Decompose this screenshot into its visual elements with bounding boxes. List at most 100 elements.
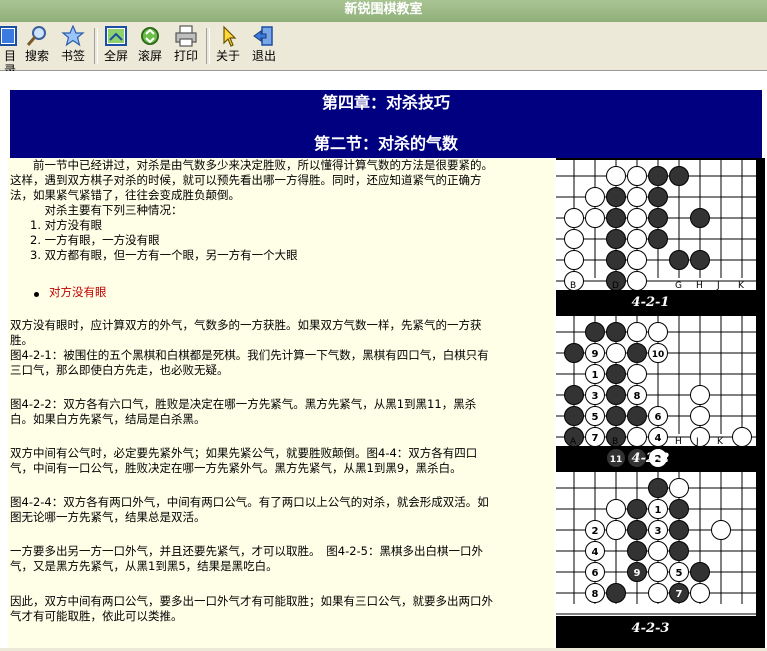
black-stone [690, 208, 710, 228]
paragraph-line: 双方中间有公气时，必定要先紧外气；如果先紧公气，就要胜败颠倒。图4-4：双方各有… [10, 446, 478, 460]
bookmark-star-icon [61, 25, 85, 47]
white-stone [648, 562, 668, 582]
black-stone [585, 322, 605, 342]
stone-move-number: 5 [592, 412, 599, 423]
black-stone [606, 385, 626, 405]
stone-move-number: 4 [592, 547, 599, 558]
exit-door-icon [253, 26, 273, 46]
white-stone [669, 478, 689, 498]
black-stone [627, 499, 647, 519]
column-label: J [716, 281, 720, 291]
stone-move-number: 3 [592, 391, 599, 402]
white-stone [690, 583, 710, 603]
black-stone [669, 499, 689, 519]
case-item-2: 2. 一方有眼，一方没有眼 [30, 233, 160, 247]
white-stone [711, 520, 731, 540]
black-stone [606, 583, 626, 603]
black-stone [606, 364, 626, 384]
column-label: G [675, 281, 682, 291]
black-stone [648, 187, 668, 207]
section-title: 第二节：对杀的气数 [313, 134, 458, 153]
white-stone [564, 229, 584, 249]
go-diagram-4-2-3: 1 2 3 4 6 9 5 8 7 4-2-3 [556, 472, 756, 636]
white-stone [627, 271, 647, 291]
chapter-title: 第四章：对杀技巧 [321, 93, 450, 112]
paragraph-line: 前一节中已经讲过，对杀是由气数多少来决定胜败，所以懂得计算气数的方法是很要紧的。 [10, 158, 493, 172]
app-title: 新锐围棋教室 [344, 2, 423, 17]
white-stone [606, 499, 626, 519]
stone-move-number: 9 [634, 568, 641, 579]
white-stone [627, 208, 647, 228]
black-stone [690, 250, 710, 270]
lesson-text-panel: 前一节中已经讲过，对杀是由气数多少来决定胜败，所以懂得计算气数的方法是很要紧的。… [8, 158, 554, 651]
white-stone [627, 187, 647, 207]
lesson-content: 第四章：对杀技巧 第二节：对杀的气数 前一节中已经讲过，对杀是由气数多少来决定胜… [0, 71, 767, 651]
stone-move-number: 10 [652, 350, 665, 360]
printer-icon [175, 25, 197, 47]
white-stone [627, 364, 647, 384]
stone-move-number: 8 [592, 589, 599, 600]
stone-move-number: 2 [592, 526, 599, 537]
toolbar: 目录 搜索 书签 全屏 滚屏 打印 关于 退出 [0, 22, 767, 77]
fullscreen-button[interactable]: 全屏 [100, 25, 132, 67]
black-stone [669, 250, 689, 270]
black-stone [606, 187, 626, 207]
go-diagram-4-2-2: 9 1013 85 67 411 2A B H J K4-2-2 [556, 316, 756, 468]
black-stone [564, 406, 584, 426]
white-stone [585, 187, 605, 207]
column-label: B [570, 281, 576, 291]
black-stone [648, 166, 668, 186]
black-stone [606, 322, 626, 342]
column-label: J [695, 437, 699, 447]
scroll-icon [141, 27, 159, 45]
white-stone [648, 541, 668, 561]
paragraph-line: 图4-2-1：被围住的五个黑棋和白棋都是死棋。我们先计算一下气数，黑棋有四口气，… [10, 348, 489, 362]
about-pointer-icon [223, 25, 237, 47]
paragraph-line: 胜。 [10, 333, 33, 347]
black-stone [627, 406, 647, 426]
white-stone [690, 427, 710, 447]
white-stone [564, 250, 584, 270]
stone-move-number: 8 [634, 391, 641, 402]
paragraph-line: 一方要多出另一方一口外气，并且还要先紧气，才可以取胜。 图4-2-5：黑棋多出白… [10, 544, 483, 558]
link-no-eye[interactable]: 对方没有眼 [49, 285, 349, 301]
black-stone [627, 520, 647, 540]
bookmark-button[interactable]: 书签 [58, 25, 88, 67]
case-item-1: 1. 对方没有眼 [30, 218, 103, 232]
stone-move-number: 6 [655, 412, 662, 423]
white-stone [690, 385, 710, 405]
black-stone [648, 229, 668, 249]
figure-caption: 4-2-1 [632, 295, 670, 310]
white-stone [732, 427, 752, 447]
paragraph-line: 因此，双方中间有两口公气，要多出一口外气才有可能取胜；如果有三口公气，就要多出两… [10, 594, 493, 608]
fullscreen-icon [105, 26, 127, 46]
figures-column: B D G H J K 4-2-1 9 10 1 3 8 5 6 7 4 11 2 A B H J K 4-2-2 1234… [556, 158, 765, 651]
black-stone [606, 406, 626, 426]
toolbar-separator [94, 28, 98, 64]
white-stone [648, 583, 668, 603]
paragraph-line: 法，如果紧气紧错了，往往会变成胜负颠倒。 [10, 188, 240, 202]
paragraph-line: 气，中间有一口公气，胜败决定在哪一方先紧外气。黑方先紧气，从黑1到黑9，黑杀白。 [10, 461, 462, 475]
stone-move-number: 6 [592, 568, 599, 579]
app-title-bar: 新锐围棋教室 [0, 0, 767, 22]
toc-button[interactable]: 目录 [0, 25, 20, 77]
stone-move-number: 1 [655, 505, 662, 516]
black-stone [606, 250, 626, 270]
black-stone [606, 229, 626, 249]
search-button[interactable]: 搜索 [22, 25, 52, 67]
white-stone [606, 166, 626, 186]
paragraph-line: 气才有可能取胜，依此可以类推。 [10, 609, 183, 623]
column-label: D [612, 281, 619, 291]
scroll-button[interactable]: 滚屏 [134, 25, 166, 67]
figure-caption: 4-2-3 [632, 621, 670, 636]
bullet-icon [34, 292, 39, 297]
black-stone [669, 166, 689, 186]
about-button[interactable]: 关于 [212, 25, 244, 67]
stone-move-number: 5 [676, 568, 683, 579]
exit-button[interactable]: 退出 [248, 25, 280, 67]
white-stone [585, 208, 605, 228]
stone-move-number: 7 [592, 433, 599, 444]
print-button[interactable]: 打印 [170, 25, 202, 67]
white-stone [627, 250, 647, 270]
figure-caption: 4-2-2 [632, 451, 670, 466]
